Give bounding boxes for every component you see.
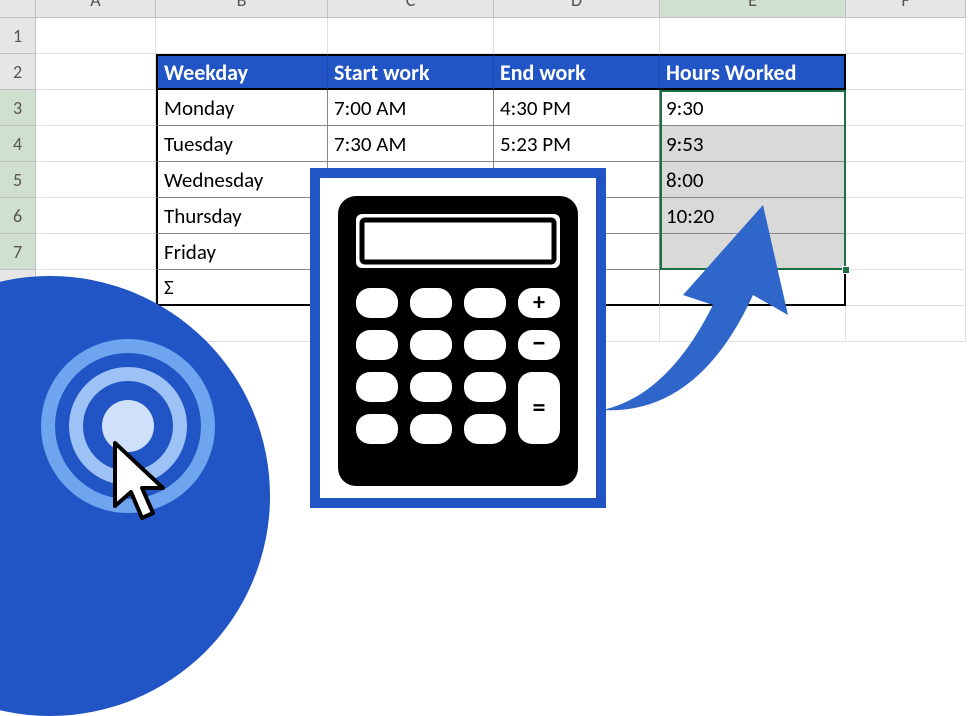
arrow-icon bbox=[588, 195, 808, 425]
cell-weekday-mon[interactable]: Monday bbox=[156, 90, 328, 126]
cell-D1[interactable] bbox=[494, 18, 660, 54]
cell-F9[interactable] bbox=[846, 306, 966, 342]
cell-weekday-sum[interactable]: Σ bbox=[156, 270, 328, 306]
cell-F3[interactable] bbox=[846, 90, 966, 126]
cell-A4[interactable] bbox=[36, 126, 156, 162]
row-header-4[interactable]: 4 bbox=[0, 126, 36, 162]
row-header-5[interactable]: 5 bbox=[0, 162, 36, 198]
cell-F1[interactable] bbox=[846, 18, 966, 54]
cell-B1[interactable] bbox=[156, 18, 328, 54]
cell-start-tue[interactable]: 7:30 AM bbox=[328, 126, 494, 162]
calculator-illustration: + − = bbox=[310, 168, 606, 508]
col-header-D[interactable]: D bbox=[494, 0, 660, 18]
cell-F4[interactable] bbox=[846, 126, 966, 162]
col-header-A[interactable]: A bbox=[36, 0, 156, 18]
col-header-E[interactable]: E bbox=[660, 0, 846, 18]
header-startwork[interactable]: Start work bbox=[328, 54, 494, 90]
cell-A7[interactable] bbox=[36, 234, 156, 270]
cell-A1[interactable] bbox=[36, 18, 156, 54]
header-hoursworked[interactable]: Hours Worked bbox=[660, 54, 846, 90]
cell-A6[interactable] bbox=[36, 198, 156, 234]
header-weekday[interactable]: Weekday bbox=[156, 54, 328, 90]
row-header-3[interactable]: 3 bbox=[0, 90, 36, 126]
cell-F7[interactable] bbox=[846, 234, 966, 270]
svg-text:+: + bbox=[533, 288, 545, 317]
row-header-1[interactable]: 1 bbox=[0, 18, 36, 54]
cell-weekday-wed[interactable]: Wednesday bbox=[156, 162, 328, 198]
col-header-C[interactable]: C bbox=[328, 0, 494, 18]
cell-E1[interactable] bbox=[660, 18, 846, 54]
cell-A5[interactable] bbox=[36, 162, 156, 198]
cell-weekday-fri[interactable]: Friday bbox=[156, 234, 328, 270]
cell-F5[interactable] bbox=[846, 162, 966, 198]
select-all-corner[interactable] bbox=[0, 0, 36, 18]
col-header-B[interactable]: B bbox=[156, 0, 328, 18]
cell-F6[interactable] bbox=[846, 198, 966, 234]
svg-text:−: − bbox=[532, 325, 546, 360]
cell-hours-mon[interactable]: 9:30 bbox=[660, 90, 846, 126]
cell-end-mon[interactable]: 4:30 PM bbox=[494, 90, 660, 126]
fill-handle[interactable] bbox=[842, 266, 850, 274]
cell-hours-wed[interactable]: 8:00 bbox=[660, 162, 846, 198]
col-header-F[interactable]: F bbox=[846, 0, 966, 18]
cell-C1[interactable] bbox=[328, 18, 494, 54]
cell-F2[interactable] bbox=[846, 54, 966, 90]
cell-weekday-tue[interactable]: Tuesday bbox=[156, 126, 328, 162]
cell-end-tue[interactable]: 5:23 PM bbox=[494, 126, 660, 162]
calculator-icon: + − = bbox=[338, 196, 578, 486]
header-endwork[interactable]: End work bbox=[494, 54, 660, 90]
cursor-icon bbox=[105, 438, 175, 528]
cell-start-mon[interactable]: 7:00 AM bbox=[328, 90, 494, 126]
row-header-6[interactable]: 6 bbox=[0, 198, 36, 234]
cell-A3[interactable] bbox=[36, 90, 156, 126]
row-header-7[interactable]: 7 bbox=[0, 234, 36, 270]
cell-A2[interactable] bbox=[36, 54, 156, 90]
row-header-2[interactable]: 2 bbox=[0, 54, 36, 90]
svg-text:=: = bbox=[533, 391, 546, 423]
cell-hours-tue[interactable]: 9:53 bbox=[660, 126, 846, 162]
cell-weekday-thu[interactable]: Thursday bbox=[156, 198, 328, 234]
cell-F8[interactable] bbox=[846, 270, 966, 306]
